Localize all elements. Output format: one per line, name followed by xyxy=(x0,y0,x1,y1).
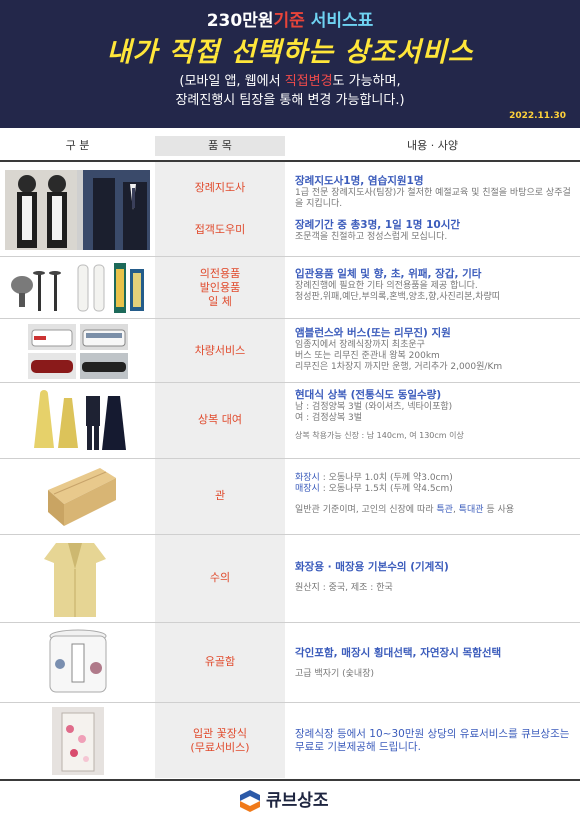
content-mourning-clothes: 현대식 상복 (전통식도 동일수량) 남 : 검정양복 3벌 (와이셔츠, 넥타… xyxy=(295,389,575,441)
item-line: 의전용품 xyxy=(199,267,241,280)
content-ceremonial-supplies: 입관용품 일체 및 향, 초, 위패, 장갑, 기타 장례진행에 필요한 기타 … xyxy=(295,268,575,303)
note-part-c: 등 사용 xyxy=(483,505,515,515)
table-header: 구 분 품 목 내용 · 사양 xyxy=(0,136,580,156)
extra-large-coffin: 특대관 xyxy=(458,505,484,515)
item-line: 일 체 xyxy=(208,295,232,308)
content-coffin: 화장시 : 오동나무 1.0치 (두께 약3.0cm) 매장시 : 오동나무 1… xyxy=(295,473,575,516)
content-desc: 고급 백자기 (숯내장) xyxy=(295,669,374,679)
ceremonial-supplies-photo xyxy=(8,261,148,315)
burial-label: 매장시 xyxy=(295,484,320,494)
column-header-item: 품 목 xyxy=(155,136,285,156)
date-label: 2022.11.30 xyxy=(509,111,566,121)
subtitle-part-a: (모바일 앱, 웹에서 xyxy=(179,74,285,89)
item-vehicle-service: 차량서비스 xyxy=(194,344,246,357)
footer-divider xyxy=(0,779,580,781)
flower-decoration-photo xyxy=(52,707,104,775)
header-price-line: 230만원기준 서비스표 xyxy=(0,6,580,31)
price-text: 230만원 xyxy=(206,11,274,31)
content-desc: 리무진은 1차장지 까지만 운행, 거리추가 2,000원/Km xyxy=(295,362,503,372)
item-flower-decoration: 입관 꽃장식 (무료서비스) xyxy=(155,727,285,755)
content-desc: 청성판,위패,예단,부의록,혼백,양초,향,사진리본,차량띠 xyxy=(295,292,501,302)
special-coffin: 특관 xyxy=(436,505,453,515)
item-shroud: 수의 xyxy=(209,571,231,584)
content-title: 각인포함, 매장시 횡대선택, 자연장시 목함선택 xyxy=(295,647,502,659)
page-title: 내가 직접 선택하는 상조서비스 xyxy=(106,37,474,68)
column-header-category: 구 분 xyxy=(65,139,90,152)
content-title: 장례기간 중 총3명, 1일 1명 10시간 xyxy=(295,219,461,231)
content-title: 장례지도사1명, 염습지원1명 xyxy=(295,175,424,187)
brand-mark-icon xyxy=(240,790,260,812)
content-vehicle-service: 앰블런스와 버스(또는 리무진) 지원 임종지에서 장례식장까지 최초운구 버스… xyxy=(295,327,575,373)
content-title: 현대식 상복 (전통식도 동일수량) xyxy=(295,389,442,401)
shroud-photo xyxy=(44,543,106,617)
table-row: 상복 대여 현대식 상복 (전통식도 동일수량) 남 : 검정양복 3벌 (와이… xyxy=(0,383,580,459)
funeral-staff-photo xyxy=(5,170,150,250)
item-reception-helper: 접객도우미 xyxy=(194,223,246,236)
urn-photo xyxy=(42,628,114,698)
item-line: 입관 꽃장식 xyxy=(192,727,248,740)
content-desc: 임종지에서 장례식장까지 최초운구 xyxy=(295,340,425,350)
mourning-clothes-photo xyxy=(30,388,128,454)
content-desc: 장례진행에 필요한 기타 의전용품을 제공 합니다. xyxy=(295,281,478,291)
content-funeral-director: 장례지도사1명, 염습지원1명 1급 전문 장례지도사(팀장)가 철저한 예절교… xyxy=(295,175,575,210)
content-desc: 남 : 검정양복 3벌 (와이셔츠, 넥타이포함) xyxy=(295,402,453,412)
cremation-spec: : 오동나무 1.0치 (두께 약3.0cm) xyxy=(319,473,453,483)
item-coffin: 관 xyxy=(214,489,226,502)
item-line: 발인용품 xyxy=(199,281,241,294)
table-row: 의전용품 발인용품 일 체 입관용품 일체 및 향, 초, 위패, 장갑, 기타… xyxy=(0,257,580,319)
service-table-text: 서비스표 xyxy=(304,11,374,31)
content-desc: 원산지 : 중국, 제조 : 한국 xyxy=(295,583,393,593)
content-title: 화장용 · 매장용 기본수의 (기계직) xyxy=(295,561,449,573)
item-ceremonial-supplies: 의전용품 발인용품 일 체 xyxy=(155,267,285,309)
subtitle-highlight: 직접변경 xyxy=(284,74,333,89)
note-part-a: 일반관 기준이며, 고인의 신장에 따라 xyxy=(295,505,437,515)
header-subtitle: (모바일 앱, 웹에서 직접변경도 가능하며, 장례진행시 팀장을 통해 변경 … xyxy=(0,72,580,110)
table-row: 유골함 각인포함, 매장시 횡대선택, 자연장시 목함선택 고급 백자기 (숯내… xyxy=(0,623,580,703)
item-urn: 유골함 xyxy=(204,655,236,668)
burial-spec: : 오동나무 1.5치 (두께 약4.5cm) xyxy=(319,484,453,494)
column-header-content: 내용 · 사양 xyxy=(407,139,458,152)
content-urn: 각인포함, 매장시 횡대선택, 자연장시 목함선택 고급 백자기 (숯내장) xyxy=(295,647,575,680)
content-desc: 조문객을 친절하고 정성스럽게 모십니다. xyxy=(295,232,448,242)
table-row: 입관 꽃장식 (무료서비스) 장례식장 등에서 10~30만원 상당의 유료서비… xyxy=(0,703,580,779)
table-row: 장례지도사 접객도우미 장례지도사1명, 염습지원1명 1급 전문 장례지도사(… xyxy=(0,162,580,257)
content-title: 장례식장 등에서 10~30만원 상당의 유료서비스를 큐브상조는 무료로 기본… xyxy=(295,728,570,753)
brand-name: 큐브상조 xyxy=(266,791,329,811)
content-desc: 버스 또는 리무진 준관내 왕복 200km xyxy=(295,351,440,361)
table-row: 관 화장시 : 오동나무 1.0치 (두께 약3.0cm) 매장시 : 오동나무… xyxy=(0,459,580,535)
vehicle-photo xyxy=(28,324,128,379)
content-title: 입관용품 일체 및 향, 초, 위패, 장갑, 기타 xyxy=(295,268,482,280)
standard-text: 기준 xyxy=(273,11,305,31)
cremation-label: 화장시 xyxy=(295,473,320,483)
table-row: 차량서비스 앰블런스와 버스(또는 리무진) 지원 임종지에서 장례식장까지 최… xyxy=(0,319,580,383)
content-note: 상복 착용가능 신장 : 남 140cm, 여 130cm 이상 xyxy=(295,431,464,440)
table-row: 수의 화장용 · 매장용 기본수의 (기계직) 원산지 : 중국, 제조 : 한… xyxy=(0,535,580,623)
coffin-photo xyxy=(48,468,116,526)
brand-logo: 큐브상조 xyxy=(238,789,358,813)
item-line: (무료서비스) xyxy=(190,741,250,754)
item-funeral-director: 장례지도사 xyxy=(194,181,246,194)
subtitle-line2: 장례진행시 팀장을 통해 변경 가능합니다.) xyxy=(175,93,405,108)
header-banner: 230만원기준 서비스표 내가 직접 선택하는 상조서비스 (모바일 앱, 웹에… xyxy=(0,0,580,128)
content-desc: 1급 전문 장례지도사(팀장)가 철저한 예절교육 및 친절을 바탕으로 상주걸… xyxy=(295,188,571,209)
coffin-note: 일반관 기준이며, 고인의 신장에 따라 특관, 특대관 등 사용 xyxy=(295,505,575,516)
item-mourning-clothes: 상복 대여 xyxy=(198,413,242,426)
subtitle-part-b: 도 가능하며, xyxy=(332,74,401,89)
content-shroud: 화장용 · 매장용 기본수의 (기계직) 원산지 : 중국, 제조 : 한국 xyxy=(295,561,575,594)
content-title: 앰블런스와 버스(또는 리무진) 지원 xyxy=(295,327,451,339)
content-flower-decoration: 장례식장 등에서 10~30만원 상당의 유료서비스를 큐브상조는 무료로 기본… xyxy=(295,728,575,754)
content-reception-helper: 장례기간 중 총3명, 1일 1명 10시간 조문객을 친절하고 정성스럽게 모… xyxy=(295,219,575,243)
content-desc: 여 : 검정상복 3벌 xyxy=(295,413,363,423)
